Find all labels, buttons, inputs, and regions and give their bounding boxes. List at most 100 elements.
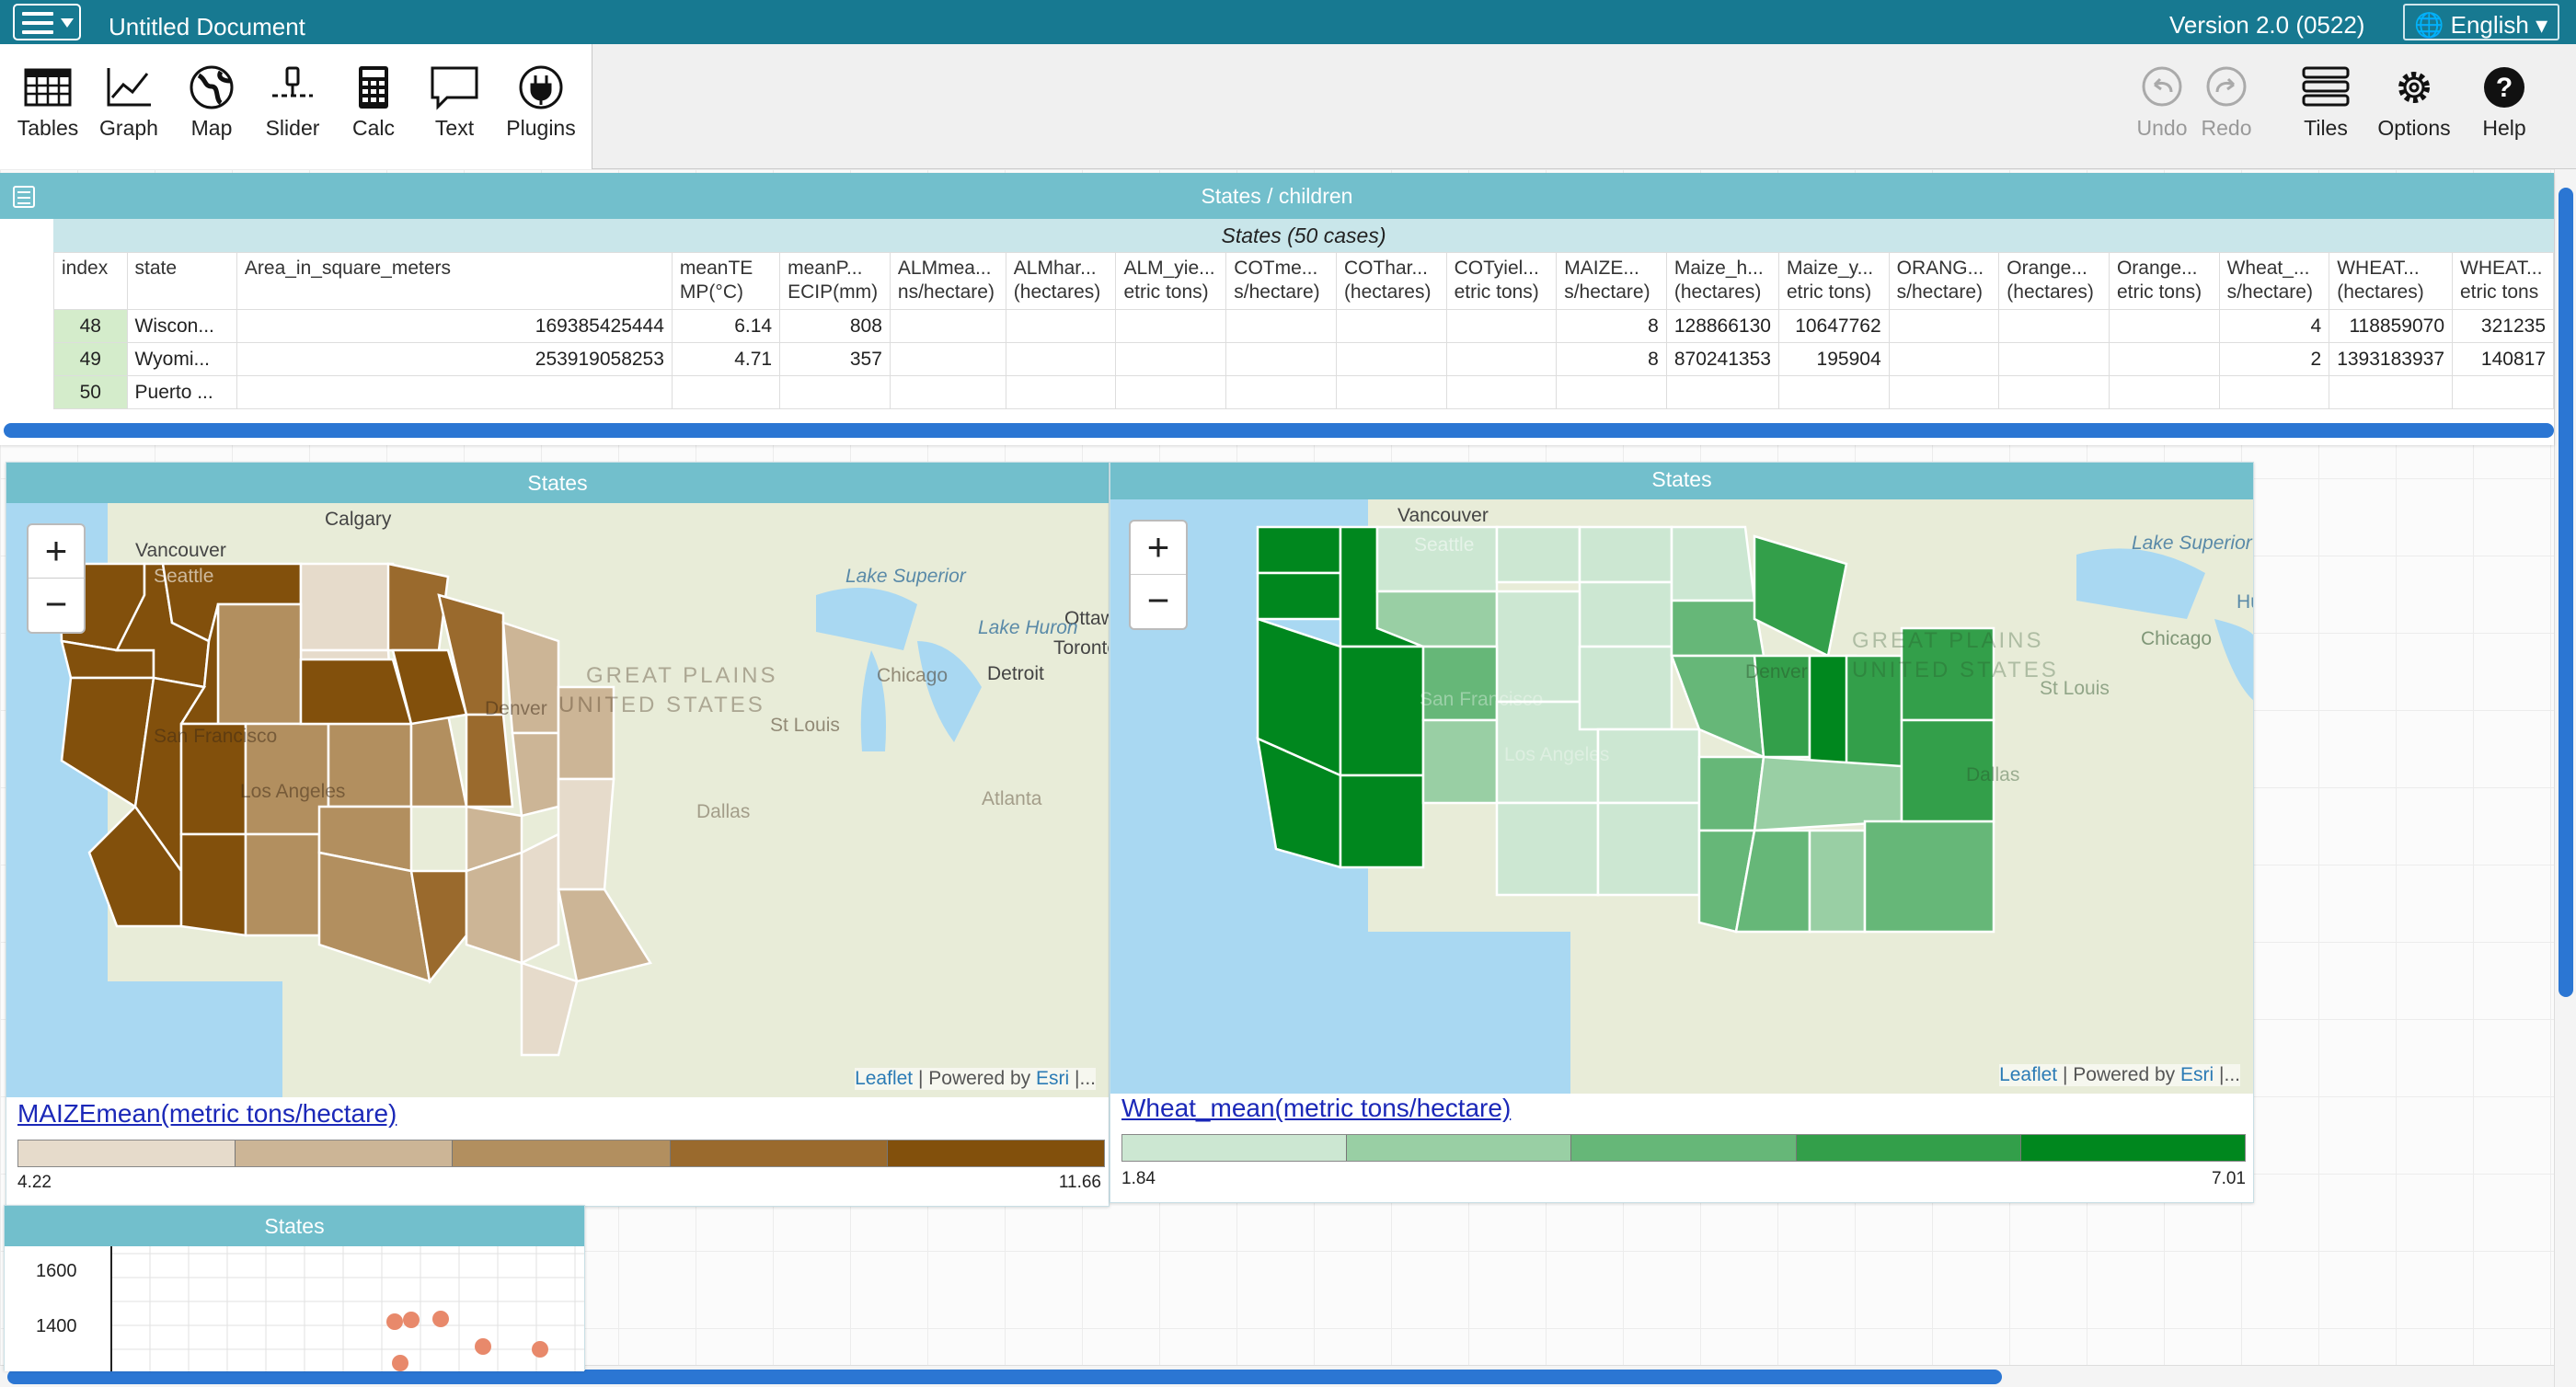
table-row[interactable]: 50 Puerto ... <box>53 375 2554 409</box>
column-header[interactable]: Maize_y... etric tons) <box>1777 252 1890 310</box>
table-cell[interactable] <box>1445 375 1558 409</box>
table-cell[interactable]: Puerto ... <box>126 375 237 409</box>
graph-point[interactable] <box>386 1313 403 1330</box>
state-region[interactable] <box>1495 801 1600 897</box>
state-region[interactable] <box>244 832 321 937</box>
state-region[interactable] <box>216 602 303 726</box>
plugins-tool-button[interactable]: Plugins <box>504 63 578 158</box>
column-header[interactable]: meanP... ECIP(mm) <box>779 252 891 310</box>
state-region[interactable] <box>1421 718 1499 805</box>
graph-title[interactable]: States <box>5 1206 584 1246</box>
column-header[interactable]: Orange... etric tons) <box>2108 252 2220 310</box>
column-header[interactable]: state <box>126 252 237 310</box>
state-region[interactable] <box>1256 525 1342 575</box>
graph-tool-button[interactable]: Graph <box>92 63 166 158</box>
column-header[interactable]: Area_in_square_meters <box>236 252 673 310</box>
table-cell[interactable] <box>1335 309 1447 343</box>
state-region[interactable] <box>299 562 395 652</box>
undo-button[interactable]: Undo <box>2125 63 2199 158</box>
horizontal-scroll-thumb[interactable] <box>7 1370 2002 1384</box>
table-cell[interactable] <box>1005 342 1117 376</box>
state-region[interactable] <box>1670 525 1756 602</box>
table-toggle-icon[interactable] <box>13 186 35 208</box>
table-cell[interactable]: 195904 <box>1777 342 1890 376</box>
row-index-cell[interactable]: 50 <box>53 375 128 409</box>
state-region[interactable] <box>1339 774 1425 869</box>
column-header[interactable]: index <box>53 252 128 310</box>
column-header[interactable]: meanTE MP(°C) <box>671 252 781 310</box>
column-header[interactable]: MAIZE... s/hectare) <box>1556 252 1667 310</box>
state-region[interactable] <box>1596 728 1701 805</box>
table-cell[interactable]: 808 <box>779 309 891 343</box>
state-region[interactable] <box>1697 755 1765 832</box>
state-region[interactable] <box>386 562 450 652</box>
table-cell[interactable]: Wyomi... <box>126 342 237 376</box>
text-tool-button[interactable]: Text <box>418 63 491 158</box>
state-region[interactable] <box>465 713 514 808</box>
table-cell[interactable] <box>1665 375 1779 409</box>
table-cell[interactable]: 357 <box>779 342 891 376</box>
map-tool-button[interactable]: Map <box>175 63 248 158</box>
column-header[interactable]: ALMmea... ns/hectare) <box>889 252 1006 310</box>
table-cell[interactable]: 253919058253 <box>236 342 673 376</box>
table-cell[interactable] <box>2218 375 2330 409</box>
column-header[interactable]: Wheat_... s/hectare) <box>2218 252 2330 310</box>
table-cell[interactable] <box>1115 309 1227 343</box>
language-menu-button[interactable]: 🌐 English ▾ <box>2403 4 2559 40</box>
table-cell[interactable] <box>1888 342 2000 376</box>
table-cell[interactable] <box>2108 309 2220 343</box>
table-cell[interactable] <box>889 309 1006 343</box>
map1-zoom-in-button[interactable]: + <box>29 525 84 579</box>
table-cell[interactable] <box>889 342 1006 376</box>
document-title[interactable]: Untitled Document <box>109 13 305 41</box>
table-row[interactable]: 49 Wyomi... 253919058253 4.71 357 8 870241353 1… <box>53 342 2554 376</box>
column-header[interactable]: Orange... (hectares) <box>1998 252 2110 310</box>
calc-tool-button[interactable]: Calc <box>337 63 410 158</box>
state-region[interactable] <box>1670 599 1765 658</box>
table-cell[interactable] <box>1777 375 1890 409</box>
row-index-cell[interactable]: 48 <box>53 309 128 343</box>
table-cell[interactable]: 128866130 <box>1665 309 1779 343</box>
table-cell[interactable] <box>1888 375 2000 409</box>
table-cell[interactable] <box>1115 342 1227 376</box>
legend-swatch[interactable] <box>1571 1135 1797 1161</box>
state-region[interactable] <box>1753 755 1903 832</box>
state-region[interactable] <box>1808 829 1867 934</box>
table-cell[interactable] <box>2329 375 2453 409</box>
state-region[interactable] <box>1495 525 1581 584</box>
graph-point[interactable] <box>403 1312 420 1328</box>
table-cell[interactable] <box>1998 309 2110 343</box>
table-cell[interactable]: 2 <box>2218 342 2330 376</box>
legend-swatch[interactable] <box>18 1141 236 1166</box>
table-cell[interactable] <box>236 375 673 409</box>
table-cell[interactable] <box>1998 342 2110 376</box>
options-button[interactable]: Options <box>2377 63 2451 158</box>
table-cell[interactable] <box>779 375 891 409</box>
vertical-scroll-thumb[interactable] <box>2559 188 2573 997</box>
map1-zoom-out-button[interactable]: − <box>29 579 84 632</box>
state-region[interactable] <box>557 777 615 891</box>
table-cell[interactable] <box>671 375 781 409</box>
column-header[interactable]: COTme... s/hectare) <box>1225 252 1337 310</box>
graph-point[interactable] <box>392 1355 408 1371</box>
map1-esri-link[interactable]: Esri <box>1036 1068 1069 1089</box>
table-cell[interactable] <box>1335 375 1447 409</box>
row-index-cell[interactable]: 49 <box>53 342 128 376</box>
table-cell[interactable]: 8 <box>1556 309 1667 343</box>
column-header[interactable]: WHEAT... (hectares) <box>2329 252 2453 310</box>
table-cell[interactable] <box>1556 375 1667 409</box>
column-header[interactable]: Maize_h... (hectares) <box>1665 252 1779 310</box>
legend-swatch[interactable] <box>236 1141 454 1166</box>
map1-title[interactable]: States <box>6 463 1109 503</box>
state-region[interactable] <box>299 658 413 726</box>
table-cell[interactable] <box>1888 309 2000 343</box>
table-cell[interactable]: 10647762 <box>1777 309 1890 343</box>
state-region[interactable] <box>1339 645 1425 777</box>
table-cell[interactable]: 169385425444 <box>236 309 673 343</box>
table-cell[interactable]: Wiscon... <box>126 309 237 343</box>
column-header[interactable]: ALMhar... (hectares) <box>1005 252 1117 310</box>
legend-swatch[interactable] <box>887 1141 1105 1166</box>
tiles-button[interactable]: Tiles <box>2289 63 2363 158</box>
table-cell[interactable] <box>1998 375 2110 409</box>
table-cell[interactable]: 4 <box>2218 309 2330 343</box>
